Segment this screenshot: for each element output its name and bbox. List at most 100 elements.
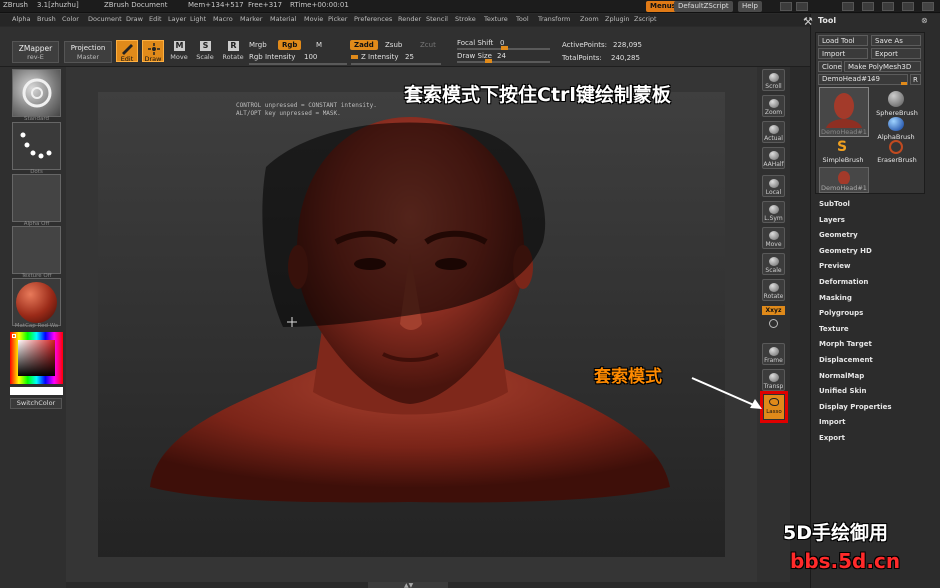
menu-brush[interactable]: Brush — [37, 15, 56, 23]
menu-stencil[interactable]: Stencil — [426, 15, 448, 23]
section-displacement[interactable]: Displacement — [819, 356, 873, 364]
scale-button[interactable]: Scale — [762, 253, 785, 275]
clone-button[interactable]: Clone — [818, 61, 842, 72]
r-button[interactable]: R — [910, 74, 921, 85]
actual-button[interactable]: Actual — [762, 121, 785, 143]
zcut-button[interactable]: Zcut — [420, 41, 436, 49]
maximize-icon[interactable] — [902, 2, 914, 11]
tool-thumbnail-demohead[interactable]: DemoHead#1 — [819, 87, 869, 137]
menu-zplugin[interactable]: Zplugin — [605, 15, 630, 23]
brush-thumbnail[interactable] — [12, 69, 61, 117]
menu-draw[interactable]: Draw — [126, 15, 143, 23]
zmapper-button[interactable]: ZMapper rev-E — [12, 41, 59, 63]
switch-color-button[interactable]: SwitchColor — [10, 398, 62, 409]
import-button[interactable]: Import — [818, 48, 868, 59]
close-icon[interactable] — [922, 2, 934, 11]
menu-texture[interactable]: Texture — [484, 15, 508, 23]
rotate-button[interactable]: R Rotate — [222, 41, 244, 63]
move-button[interactable]: Move — [762, 227, 785, 249]
zadd-button[interactable]: Zadd — [350, 40, 378, 50]
texture-thumbnail[interactable] — [12, 226, 61, 274]
edit-button[interactable]: Edit — [116, 40, 138, 63]
minimize-icon[interactable] — [882, 2, 894, 11]
load-tool-button[interactable]: Load Tool — [818, 35, 868, 46]
section-morph-target[interactable]: Morph Target — [819, 340, 872, 348]
rotate-button[interactable]: Rotate — [762, 279, 785, 301]
menu-layer[interactable]: Layer — [168, 15, 186, 23]
tool-thumbnail-simple[interactable]: S SimpleBrush — [819, 139, 869, 167]
draw-button[interactable]: Draw — [142, 40, 164, 63]
menu-picker[interactable]: Picker — [328, 15, 347, 23]
window-icon[interactable] — [780, 2, 792, 11]
m-button[interactable]: M — [316, 41, 322, 49]
lsym-button[interactable]: L.Sym — [762, 201, 785, 223]
make-polymesh-button[interactable]: Make PolyMesh3D — [844, 61, 921, 72]
section-subtool[interactable]: SubTool — [819, 200, 850, 208]
section-texture[interactable]: Texture — [819, 325, 849, 333]
menu-marker[interactable]: Marker — [240, 15, 262, 23]
section-import[interactable]: Import — [819, 418, 846, 426]
menu-zoom[interactable]: Zoom — [580, 15, 599, 23]
section-masking[interactable]: Masking — [819, 294, 852, 302]
lasso-button[interactable]: Lasso — [764, 395, 784, 419]
section-geometry[interactable]: Geometry — [819, 231, 858, 239]
menu-tool[interactable]: Tool — [516, 15, 529, 23]
xyz-button[interactable]: Xxyz — [762, 306, 785, 315]
menu-transform[interactable]: Transform — [538, 15, 570, 23]
default-zscript-button[interactable]: DefaultZScript — [674, 1, 733, 12]
menu-alpha[interactable]: Alpha — [12, 15, 30, 23]
aahalf-button[interactable]: AAHalf — [762, 147, 785, 169]
save-as-button[interactable]: Save As — [871, 35, 921, 46]
help-button[interactable]: Help — [738, 1, 762, 12]
menu-movie[interactable]: Movie — [304, 15, 323, 23]
tool-thumbnail-demohead-2[interactable]: DemoHead#1 — [819, 167, 869, 193]
restore-icon[interactable] — [862, 2, 874, 11]
section-export[interactable]: Export — [819, 434, 845, 442]
z-intensity-slider[interactable]: Z Intensity 25 — [351, 53, 443, 65]
export-button[interactable]: Export — [871, 48, 921, 59]
section-geometry-hd[interactable]: Geometry HD — [819, 247, 872, 255]
tool-thumbnail-sphere[interactable]: SphereBrush — [871, 87, 921, 137]
window-icon[interactable] — [796, 2, 808, 11]
menu-stroke[interactable]: Stroke — [455, 15, 476, 23]
section-deformation[interactable]: Deformation — [819, 278, 868, 286]
rgb-intensity-slider[interactable]: Rgb Intensity 100 — [249, 53, 349, 65]
rgb-button[interactable]: Rgb — [278, 40, 302, 50]
zoom-button[interactable]: Zoom — [762, 95, 785, 117]
color-picker[interactable] — [10, 332, 63, 384]
canvas[interactable]: CONTROL unpressed = CONSTANT intensity. … — [98, 92, 725, 557]
transp-button[interactable]: Transp — [762, 369, 785, 391]
collapse-arrow-icon[interactable]: ▲▼ — [404, 582, 413, 588]
section-layers[interactable]: Layers — [819, 216, 845, 224]
section-normalmap[interactable]: NormalMap — [819, 372, 864, 380]
section-display-properties[interactable]: Display Properties — [819, 403, 892, 411]
zsub-button[interactable]: Zsub — [385, 41, 402, 49]
section-preview[interactable]: Preview — [819, 262, 851, 270]
material-thumbnail[interactable] — [12, 278, 61, 326]
menu-material[interactable]: Material — [270, 15, 296, 23]
scroll-button[interactable]: Scroll — [762, 69, 785, 91]
section-polygroups[interactable]: Polygroups — [819, 309, 863, 317]
current-tool-slider[interactable]: DemoHead#1. 49 — [818, 74, 908, 85]
menu-render[interactable]: Render — [398, 15, 421, 23]
menu-preferences[interactable]: Preferences — [354, 15, 392, 23]
projection-master-button[interactable]: Projection Master — [64, 41, 112, 63]
menu-color[interactable]: Color — [62, 15, 79, 23]
panel-menu-icon[interactable]: ⊗ — [921, 16, 928, 25]
frame-button[interactable]: Frame — [762, 343, 785, 365]
focal-shift-slider[interactable]: Focal Shift 0 — [457, 39, 552, 51]
color-square[interactable] — [18, 340, 55, 376]
menu-edit[interactable]: Edit — [149, 15, 162, 23]
menu-light[interactable]: Light — [190, 15, 206, 23]
stroke-thumbnail[interactable] — [12, 122, 61, 170]
mrgb-button[interactable]: Mrgb — [249, 41, 267, 49]
poly-frame-icon[interactable] — [769, 319, 778, 328]
move-button[interactable]: M Move — [170, 41, 188, 63]
section-unified-skin[interactable]: Unified Skin — [819, 387, 867, 395]
secondary-color-swatch[interactable] — [10, 387, 63, 395]
menu-document[interactable]: Document — [88, 15, 122, 23]
scale-button[interactable]: S Scale — [196, 41, 214, 63]
local-button[interactable]: Local — [762, 175, 785, 197]
menu-macro[interactable]: Macro — [213, 15, 233, 23]
tool-thumbnail-eraser[interactable]: EraserBrush — [871, 139, 921, 167]
